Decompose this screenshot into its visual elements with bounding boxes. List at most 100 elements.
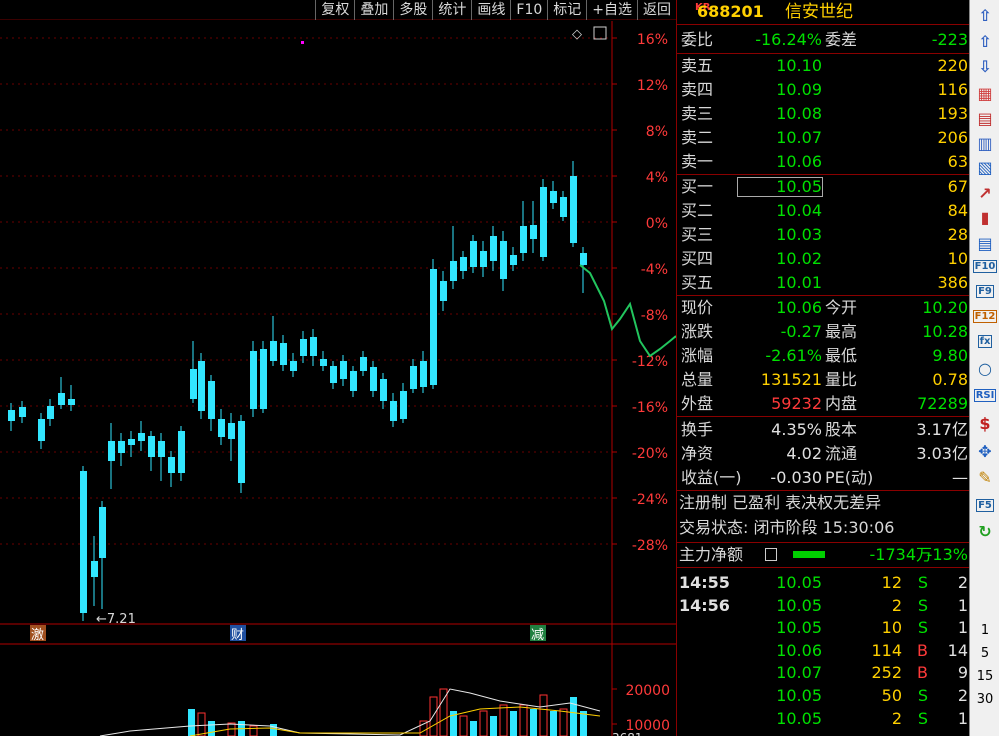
toolbar-button[interactable]: 画线	[471, 0, 510, 20]
event-marker-label: 财	[231, 628, 244, 643]
price-axis-label: -20%	[632, 446, 668, 462]
toolbar-button[interactable]: F10	[510, 0, 547, 20]
kline-candle	[280, 335, 287, 371]
sidebar-label: RSI	[973, 388, 997, 402]
ask-price: 10.10	[776, 56, 822, 75]
marker-dot	[301, 41, 304, 44]
refresh-icon[interactable]: ↻	[973, 520, 997, 542]
stat-value: -2.61%	[765, 346, 822, 365]
toolbar-button[interactable]: 多股	[393, 0, 432, 20]
tick-time: 14:55	[679, 573, 730, 592]
price-axis-label: 8%	[646, 124, 668, 140]
ask-price: 10.09	[776, 80, 822, 99]
list-icon[interactable]	[765, 548, 777, 561]
kline-candle	[390, 393, 397, 427]
bid-label: 买五	[681, 273, 714, 292]
event-marker[interactable]: 财	[230, 625, 246, 643]
ask-row: 卖三 10.08 193	[677, 102, 970, 126]
bid-label: 买二	[681, 201, 714, 220]
kline-chart-area[interactable]: 16% 12% 8% 4% 0% -4% -8% -12% -16% -20% -24% -28% ◇ ←…	[0, 21, 676, 736]
stat-label: 总量	[681, 370, 714, 389]
chart-toolbar: 复权 叠加 多股 统计 画线 F10 标记 +自选 返回	[315, 0, 676, 20]
pen-icon[interactable]: ✎	[973, 466, 997, 488]
bid-row: 买二 10.04 84	[677, 199, 970, 223]
stock-code: 688201	[697, 2, 764, 21]
volume-bar	[490, 716, 497, 736]
fund-value: —	[952, 468, 968, 487]
f5-icon[interactable]: F5	[973, 494, 997, 516]
event-marker[interactable]: 激	[30, 625, 46, 643]
weibi-row: 委比 -16.24% 委差 -223	[677, 28, 970, 52]
move-icon[interactable]: ✥	[973, 440, 997, 462]
volume-bar	[197, 712, 206, 736]
period-button[interactable]: 15	[970, 669, 999, 684]
period-button[interactable]: 1	[970, 623, 999, 638]
f10-icon[interactable]: F10	[972, 255, 998, 277]
kline-candle	[500, 231, 507, 291]
kline-chart[interactable]: 16%12%8%4%0%-4%-8%-12%-16%-20%-24%-28%◇←…	[0, 21, 676, 736]
toolbar-button[interactable]: 复权	[315, 0, 354, 20]
bar-chart-icon[interactable]: ▮	[973, 206, 997, 228]
tick-price: 10.05	[776, 686, 822, 705]
table-icon[interactable]: ▧	[973, 156, 997, 178]
tick-price: 10.06	[776, 640, 822, 660]
chart-icon[interactable]: ▦	[973, 82, 997, 104]
toolbar-button[interactable]: 标记	[547, 0, 586, 20]
tick-row: 10.05 10 S 1	[677, 616, 970, 640]
ask-label: 卖三	[681, 104, 714, 123]
tick-price: 10.05	[776, 618, 822, 638]
kline-candle	[350, 366, 357, 397]
volume-bar	[459, 715, 468, 736]
toolbar-button[interactable]: +自选	[586, 0, 637, 20]
kline-candle	[238, 415, 245, 493]
kline-candle	[440, 271, 447, 311]
bid-volume: 84	[947, 201, 968, 220]
f12-icon[interactable]: F12	[972, 305, 998, 327]
toolbar-button[interactable]: 返回	[637, 0, 676, 20]
line-chart-icon[interactable]: ↗	[973, 182, 997, 204]
event-marker[interactable]: 减	[530, 625, 546, 643]
period-button[interactable]: 30	[970, 692, 999, 707]
circle-icon[interactable]: ○	[973, 357, 997, 379]
bid-volume: 67	[947, 177, 968, 196]
f9-icon[interactable]: F9	[973, 280, 997, 302]
fund-value: 4.35%	[771, 420, 822, 439]
main-flow-row: 主力净额 -1734万 -13%	[677, 543, 970, 567]
tick-price: 10.07	[776, 663, 822, 683]
reg-row: 注册制 已盈利 表决权无差异	[677, 491, 970, 515]
kline-candle	[190, 341, 197, 403]
doc-icon[interactable]: ▤	[973, 232, 997, 254]
stat-value: 0.78	[932, 370, 968, 389]
toolbar-button[interactable]: 统计	[432, 0, 471, 20]
tick-count: 9	[957, 663, 968, 683]
kline-candle	[360, 351, 367, 376]
double-down-icon[interactable]: ⇩	[973, 55, 997, 77]
fx-icon[interactable]: fx	[973, 330, 997, 352]
sidebar-label: F5	[976, 498, 994, 512]
separator	[677, 567, 970, 568]
dollar-icon[interactable]: $	[973, 412, 997, 434]
up-arrow-icon[interactable]: ⇧	[973, 4, 997, 26]
ask-label: 卖二	[681, 128, 714, 147]
price-axis-label: -16%	[632, 400, 668, 416]
ask-volume: 206	[937, 128, 968, 147]
toolbar-button[interactable]: 叠加	[354, 0, 393, 20]
kline-candle	[218, 409, 225, 445]
fund-label: 股本	[825, 420, 858, 439]
double-up-icon[interactable]: ⇧	[973, 30, 997, 52]
tick-side: B	[917, 640, 928, 660]
price-axis-label: -4%	[641, 262, 668, 278]
grid-icon[interactable]: ▤	[973, 107, 997, 129]
chart-toolbar-bar: 复权 叠加 多股 统计 画线 F10 标记 +自选 返回	[0, 0, 676, 20]
period-button[interactable]: 5	[970, 646, 999, 661]
weibi-label: 委比	[681, 30, 714, 49]
stat-value: 131521	[760, 370, 822, 389]
kline-candle	[208, 375, 215, 431]
volume-bar	[249, 725, 258, 736]
rsi-icon[interactable]: RSI	[973, 384, 997, 406]
list-icon[interactable]: ▥	[973, 132, 997, 154]
window-icon[interactable]	[593, 26, 607, 40]
diamond-icon[interactable]: ◇	[572, 27, 582, 42]
kline-candle	[570, 161, 577, 247]
kline-candle	[300, 331, 307, 363]
